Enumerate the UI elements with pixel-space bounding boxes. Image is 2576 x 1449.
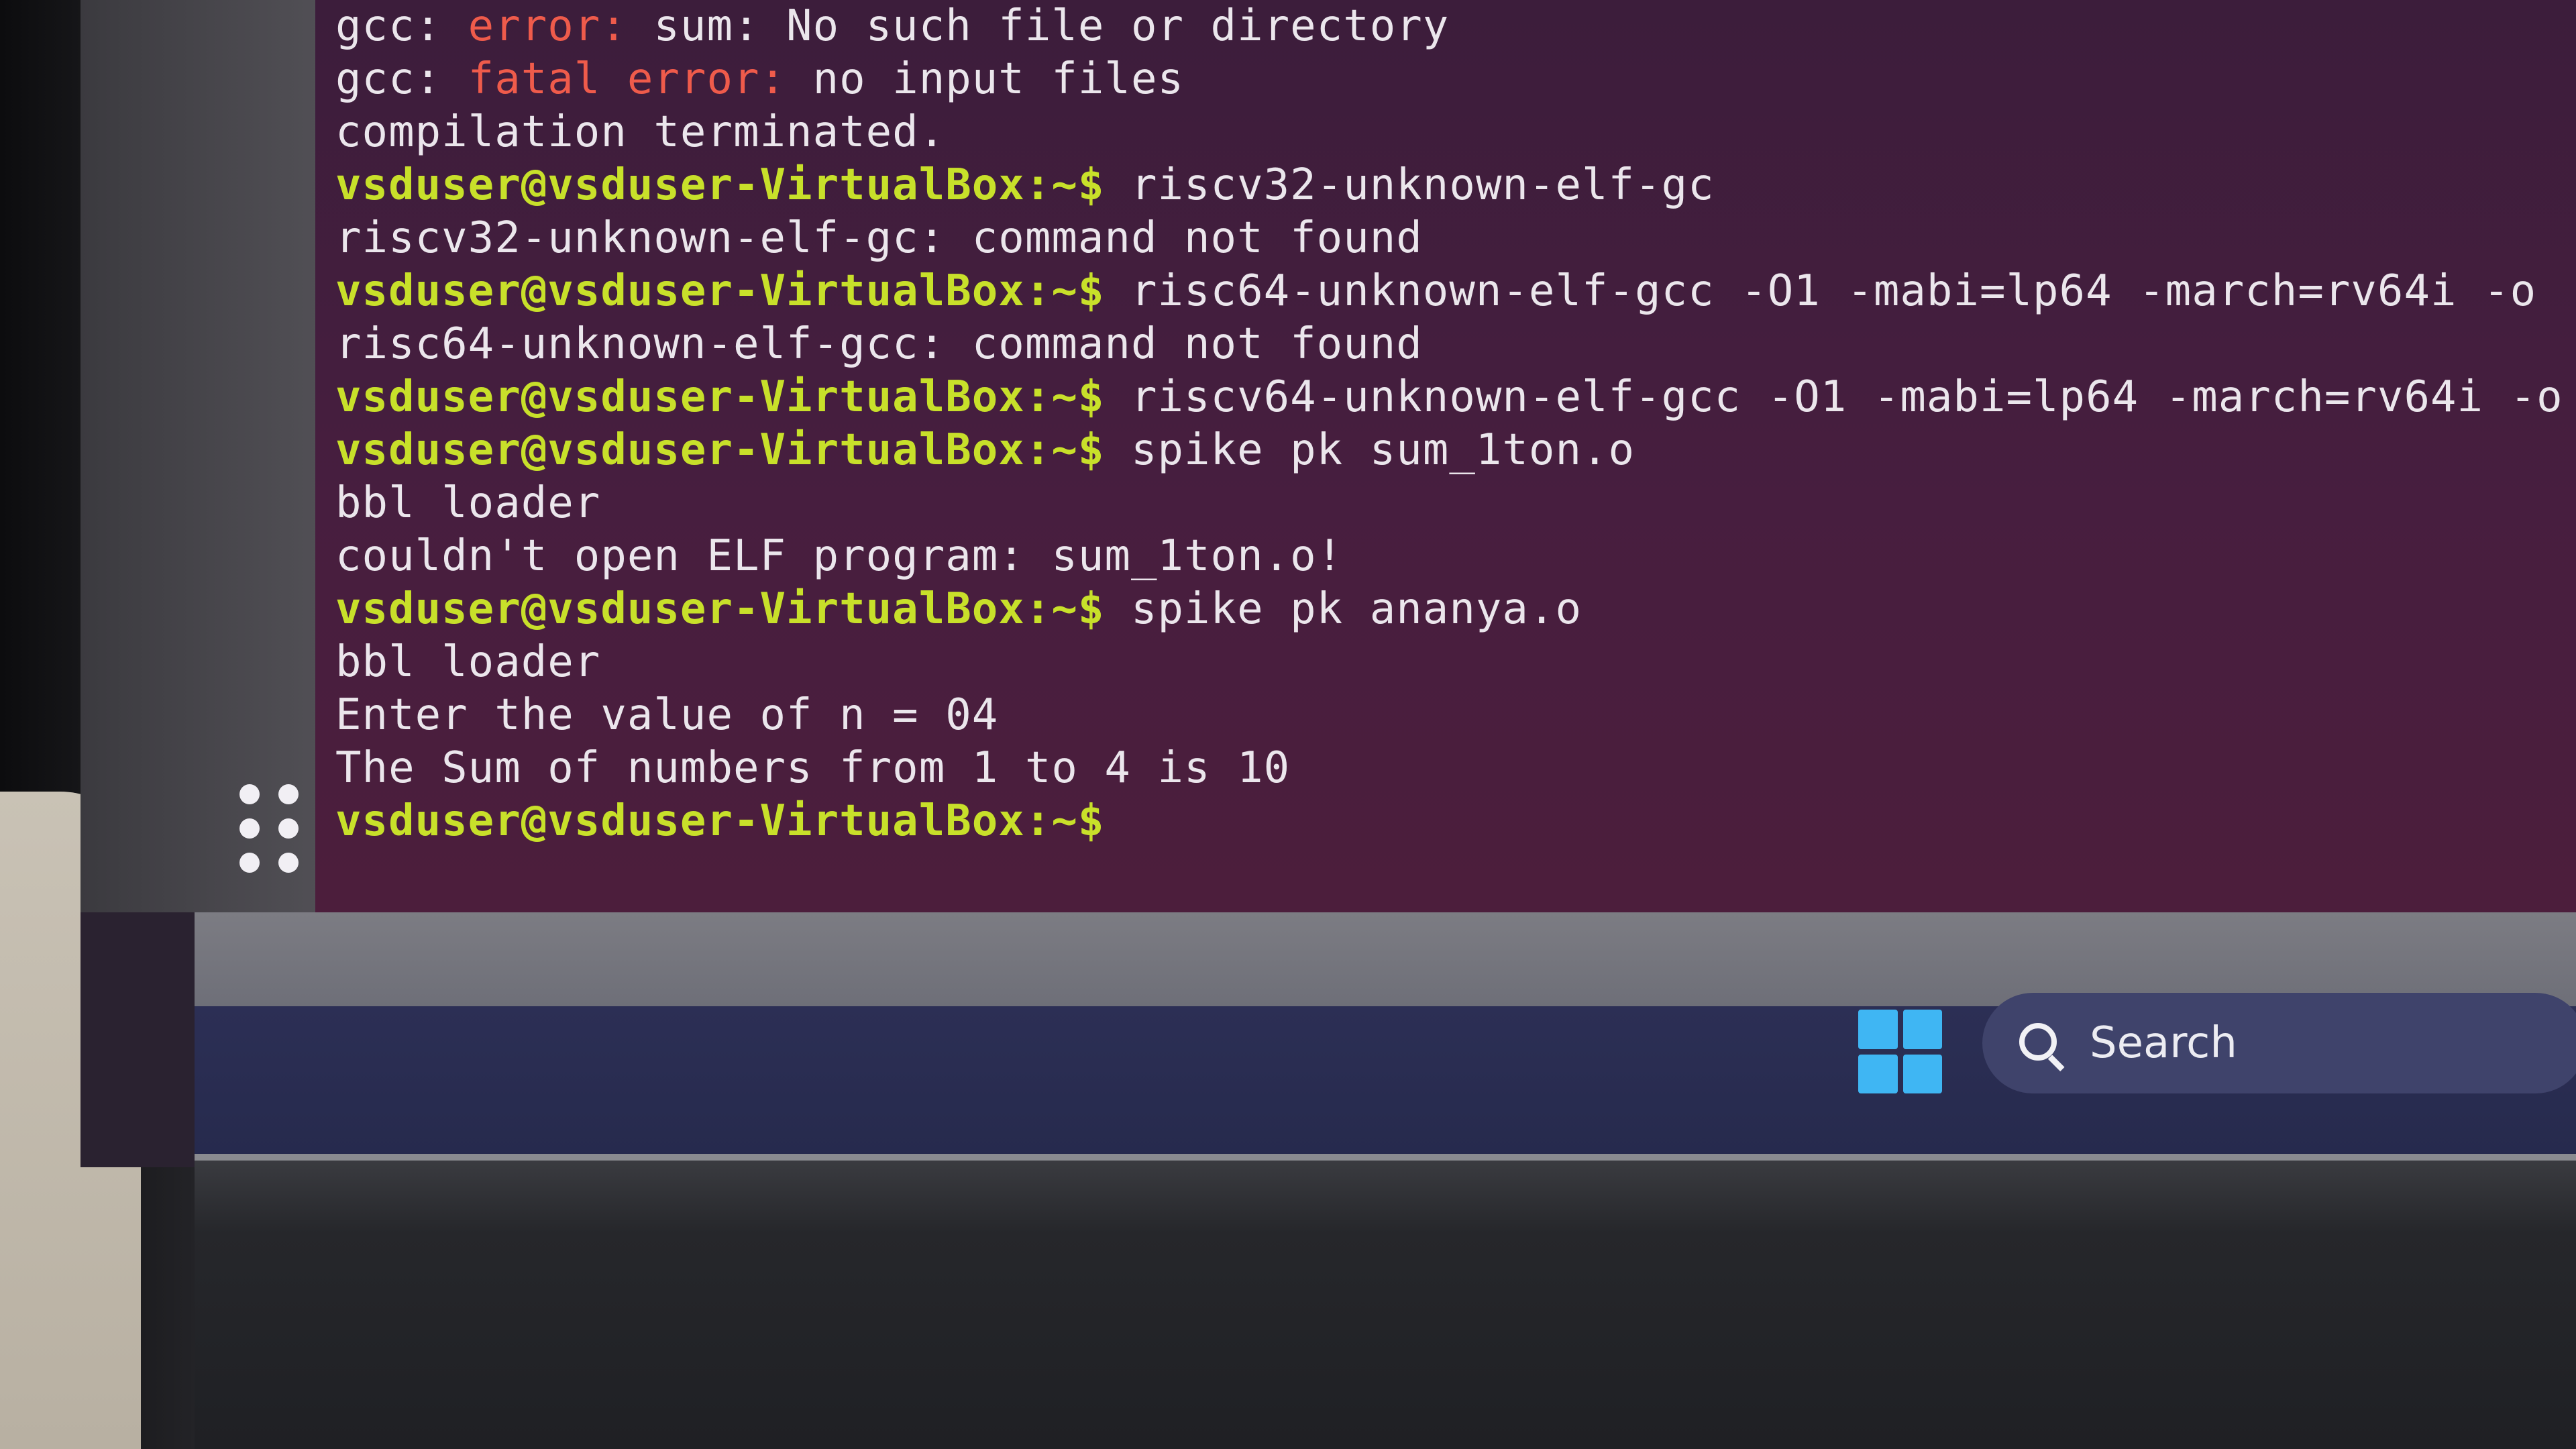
photo-of-laptop-screen: gcc: error: sum: No such file or directo… [0,0,2576,1449]
shell-prompt: vsduser@vsduser-VirtualBox:~$ [335,796,1105,846]
shell-command: riscv64-unknown-elf-gcc -O1 -mabi=lp64 -… [1104,372,2563,422]
terminal-line: compilation terminated. [335,107,946,157]
shell-prompt: vsduser@vsduser-VirtualBox:~$ [335,425,1105,475]
windows-start-icon[interactable] [1858,1010,1942,1093]
shell-command: risc64-unknown-elf-gcc -O1 -mabi=lp64 -m… [1104,266,2537,316]
shell-prompt: vsduser@vsduser-VirtualBox:~$ [335,266,1105,316]
laptop-body [195,1161,2576,1449]
terminal-line: gcc: error: sum: No such file or directo… [335,1,1450,51]
terminal-line: vsduser@vsduser-VirtualBox:~$ spike pk s… [335,424,2576,477]
shell-prompt: vsduser@vsduser-VirtualBox:~$ [335,584,1105,634]
shell-prompt: vsduser@vsduser-VirtualBox:~$ [335,160,1105,210]
shell-prompt: vsduser@vsduser-VirtualBox:~$ [335,372,1105,422]
taskbar-search-box[interactable]: Search [1982,993,2576,1093]
terminal-window[interactable]: gcc: error: sum: No such file or directo… [315,0,2576,912]
terminal-line: vsduser@vsduser-VirtualBox:~$ riscv32-un… [335,159,2576,212]
terminal-line[interactable]: vsduser@vsduser-VirtualBox:~$ [335,795,2576,848]
terminal-line: couldn't open ELF program: sum_1ton.o! [335,531,1344,581]
terminal-line: gcc: fatal error: no input files [335,54,1184,104]
terminal-line: bbl loader [335,478,601,528]
terminal-line: The Sum of numbers from 1 to 4 is 10 [335,743,1291,793]
terminal-line: risc64-unknown-elf-gcc: command not foun… [335,319,1423,369]
terminal-line: vsduser@vsduser-VirtualBox:~$ risc64-unk… [335,265,2576,318]
terminal-line: bbl loader [335,637,601,687]
shell-command: spike pk ananya.o [1104,584,1582,634]
shell-command: riscv32-unknown-elf-gc [1104,160,1715,210]
terminal-line: vsduser@vsduser-VirtualBox:~$ riscv64-un… [335,371,2576,424]
terminal-line: vsduser@vsduser-VirtualBox:~$ spike pk a… [335,583,2576,636]
shell-command: spike pk sum_1ton.o [1104,425,1635,475]
terminal-line: riscv32-unknown-elf-gc: command not foun… [335,213,1423,263]
terminal-line: Enter the value of n = 04 [335,690,999,740]
search-icon [2019,1023,2059,1063]
search-label: Search [2090,1018,2237,1068]
virtualbox-status-bar [195,912,2576,1006]
